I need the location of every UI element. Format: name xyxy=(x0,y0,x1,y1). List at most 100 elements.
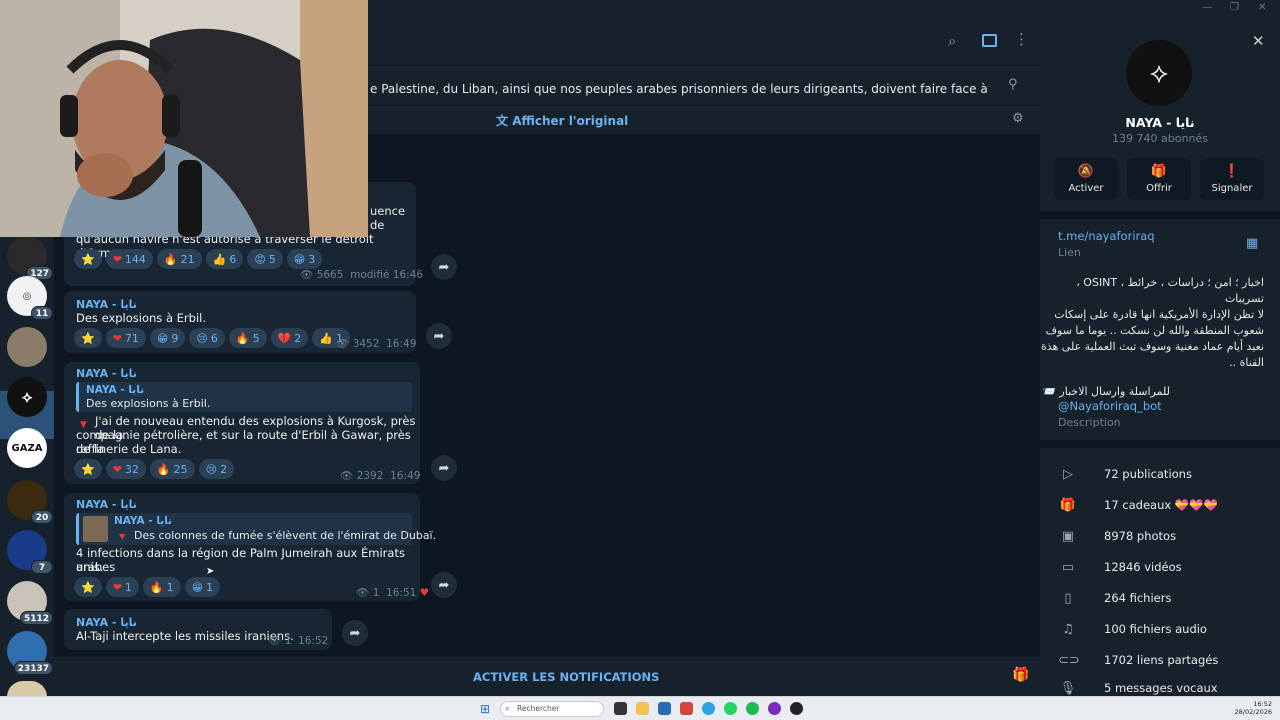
reaction-angry[interactable]: 😡 5 xyxy=(247,249,283,269)
minimize-icon[interactable]: — xyxy=(1202,2,1212,13)
reaction-star[interactable]: ⭐ xyxy=(74,459,102,479)
stat-videos[interactable]: ▭ 12846 vidéos xyxy=(1058,556,1268,578)
reaction-star[interactable]: ⭐ xyxy=(74,577,102,597)
enable-notifications-button[interactable]: ACTIVER LES NOTIFICATIONS xyxy=(473,670,659,684)
message-bubble[interactable]: NAYA - نايا NAYA - نايا Des explosions à… xyxy=(64,362,420,484)
maximize-icon[interactable]: ❐ xyxy=(1230,2,1239,13)
stat-publications[interactable]: ▷ 72 publications xyxy=(1058,463,1268,485)
message-sender[interactable]: NAYA - نايا xyxy=(76,498,137,511)
reply-quote[interactable]: NAYA - نايا Des explosions à Erbil. xyxy=(76,382,412,412)
chat-avatar[interactable]: ◎ 11 xyxy=(7,276,53,320)
more-icon[interactable]: ⋮ xyxy=(1014,30,1029,48)
app-icon[interactable] xyxy=(790,702,803,715)
chat-avatar[interactable] xyxy=(7,327,47,367)
bot-handle-link[interactable]: @Nayaforiraq_bot xyxy=(1058,399,1162,413)
message-sender[interactable]: NAYA - نايا xyxy=(76,367,137,380)
message-sender[interactable]: NAYA - نايا xyxy=(76,616,137,629)
offer-button[interactable]: 🎁 Offrir xyxy=(1127,158,1191,200)
taskbar-search[interactable]: ⌕ Rechercher xyxy=(500,701,604,717)
channel-avatar[interactable]: ⟡ xyxy=(1126,40,1192,106)
channel-link[interactable]: t.me/nayaforiraq xyxy=(1058,229,1155,243)
activate-button[interactable]: 🔕 Activer xyxy=(1054,158,1118,200)
forward-icon[interactable]: ➦ xyxy=(342,620,368,646)
reaction-grin[interactable]: 😁 1 xyxy=(184,577,221,597)
publications-icon: ▷ xyxy=(1063,466,1073,482)
reaction-grin[interactable]: 😁 9 xyxy=(149,328,186,348)
reaction-fire[interactable]: 🔥 25 xyxy=(149,459,195,479)
pinned-list-icon[interactable]: ⚲ xyxy=(1008,77,1018,92)
show-original-label: Afficher l'original xyxy=(512,114,629,128)
reaction-heart[interactable]: ❤ 71 xyxy=(105,328,146,348)
forward-icon[interactable]: ➦ xyxy=(431,254,457,280)
reaction-heart[interactable]: ❤ 1 xyxy=(105,577,139,597)
store-icon[interactable] xyxy=(658,702,671,715)
reaction-heart[interactable]: ❤ 144 xyxy=(105,249,153,269)
chat-avatar-gaza[interactable]: GAZA xyxy=(7,428,47,468)
whatsapp-icon[interactable] xyxy=(724,702,737,715)
taskbar-clock[interactable]: 16:52 28/02/2026 xyxy=(1235,700,1272,716)
forward-icon[interactable]: ➦ xyxy=(426,323,452,349)
reaction-star[interactable]: ⭐ xyxy=(74,328,102,348)
close-icon[interactable]: ✕ xyxy=(1252,32,1265,50)
task-view-icon[interactable] xyxy=(614,702,627,715)
quote-sender: NAYA - نايا xyxy=(86,384,145,396)
red-triangle-icon: ▼ xyxy=(119,532,126,541)
description-label: Description xyxy=(1058,416,1121,429)
views-icon: 👁 xyxy=(300,269,314,281)
reaction-broken-heart[interactable]: 💔 2 xyxy=(270,328,309,348)
message-meta: 👁 3452 16:49 xyxy=(336,338,417,350)
file-explorer-icon[interactable] xyxy=(636,702,649,715)
chat-avatar[interactable]: 127 xyxy=(7,236,53,280)
reaction-fire[interactable]: 🔥 5 xyxy=(228,328,267,348)
channel-name: NAYA - نايا xyxy=(1125,115,1195,130)
chat-avatar[interactable]: 5112 xyxy=(7,581,53,625)
stat-links[interactable]: ⊂⊃ 1702 liens partagés xyxy=(1058,649,1268,671)
reaction-thumbs[interactable]: 👍 6 xyxy=(205,249,244,269)
message-bubble[interactable]: NAYA - نايا NAYA - نايا ▼ Des colonnes d… xyxy=(64,493,436,601)
qr-code-icon[interactable]: ▦ xyxy=(1246,236,1258,251)
sidebar-toggle-icon[interactable] xyxy=(982,34,997,47)
app-icon[interactable] xyxy=(768,702,781,715)
telegram-icon[interactable] xyxy=(702,702,715,715)
reaction-cry[interactable]: 😢 2 xyxy=(198,459,235,479)
spotify-icon[interactable] xyxy=(746,702,759,715)
chat-avatar[interactable]: 23137 xyxy=(7,631,53,675)
start-icon[interactable]: ⊞ xyxy=(480,702,490,716)
search-icon[interactable]: ⌕ xyxy=(948,32,956,50)
reaction-heart[interactable]: ❤ 32 xyxy=(105,459,146,479)
reaction-star[interactable]: ⭐ xyxy=(74,249,102,269)
reaction-fire[interactable]: 🔥 1 xyxy=(142,577,181,597)
gift-icon: 🎁 xyxy=(1150,164,1168,179)
close-window-icon[interactable]: ✕ xyxy=(1258,2,1266,13)
stat-voice[interactable]: 🎙 5 messages vocaux xyxy=(1058,680,1268,696)
reply-quote[interactable]: NAYA - نايا ▼ Des colonnes de fumée s'él… xyxy=(76,513,436,545)
quote-sender: NAYA - نايا xyxy=(114,515,173,527)
message-sender[interactable]: NAYA - نايا xyxy=(76,298,137,311)
message-bubble[interactable]: NAYA - نايا Des explosions à Erbil. ⭐ ❤ 7… xyxy=(64,291,416,353)
reaction-grin[interactable]: 😁 3 xyxy=(286,249,323,269)
reaction-fire[interactable]: 🔥 21 xyxy=(156,249,202,269)
chat-avatar[interactable]: 7 xyxy=(7,530,53,574)
message-text: unis. xyxy=(76,560,104,574)
chat-avatar-naya[interactable]: ⟡ xyxy=(7,377,47,417)
show-original-button[interactable]: 文 Afficher l'original xyxy=(496,112,628,129)
forward-icon[interactable]: ➦ xyxy=(431,572,457,598)
forward-icon[interactable]: ➦ xyxy=(431,455,457,481)
gift-icon[interactable]: 🎁 xyxy=(1012,667,1029,683)
chat-avatar[interactable] xyxy=(7,681,47,697)
stat-label: 1702 liens partagés xyxy=(1104,653,1219,667)
translate-settings-icon[interactable]: ⚙ xyxy=(1012,111,1024,126)
reaction-cry[interactable]: 😢 6 xyxy=(189,328,225,348)
chat-avatar[interactable]: 20 xyxy=(7,480,53,524)
stat-photos[interactable]: ▣ 8978 photos xyxy=(1058,525,1268,547)
message-text: Al-Taji intercepte les missiles iraniens… xyxy=(76,629,294,643)
stat-audio[interactable]: ♫ 100 fichiers audio xyxy=(1058,618,1268,640)
report-button[interactable]: ❗ Signaler xyxy=(1200,158,1264,200)
message-bubble[interactable]: NAYA - نايا Al-Taji intercepte les missi… xyxy=(64,609,332,650)
windows-taskbar: ⊞ ⌕ Rechercher 16:52 28/02/2026 xyxy=(0,696,1280,720)
browser-icon[interactable] xyxy=(680,702,693,715)
unread-badge: 23137 xyxy=(13,661,53,675)
stat-files[interactable]: ▯ 264 fichiers xyxy=(1058,587,1268,609)
stat-gifts[interactable]: 🎁 17 cadeaux 💝💝💝 xyxy=(1058,494,1268,516)
message-meta: 👁 1 16:52 xyxy=(268,635,329,647)
